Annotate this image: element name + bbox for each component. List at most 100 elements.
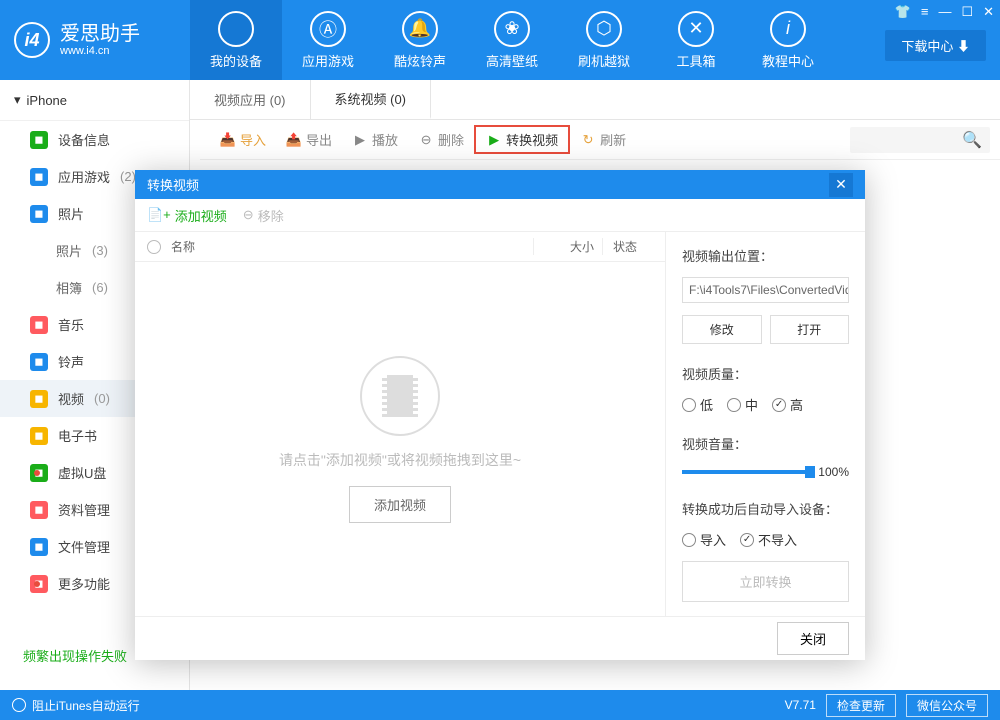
volume-slider[interactable]: [682, 470, 810, 474]
sidebar-item-label: 音乐: [58, 315, 84, 334]
quality-high-radio[interactable]: 高: [772, 395, 803, 414]
content-tabs: 视频应用 (0) 系统视频 (0): [190, 80, 1000, 120]
sidebar-item-label: 设备信息: [58, 130, 110, 149]
itunes-block-toggle[interactable]: [12, 698, 26, 712]
play-button[interactable]: ▶播放: [342, 126, 408, 153]
col-name: 名称: [171, 238, 533, 255]
dialog-close-footer-button[interactable]: 关闭: [777, 622, 849, 655]
sidebar-item-label: 照片: [56, 241, 82, 260]
convert-video-button[interactable]: ▶转换视频: [474, 125, 570, 154]
volume-value: 100%: [818, 465, 849, 479]
dialog-close-button[interactable]: ✕: [829, 173, 853, 197]
search-input[interactable]: 🔍: [850, 127, 990, 153]
app-url: www.i4.cn: [60, 45, 140, 57]
sidebar-item-label: 资料管理: [58, 500, 110, 519]
sidebar-item-icon: ◼: [30, 501, 48, 519]
add-video-center-button[interactable]: 添加视频: [349, 486, 451, 523]
autoimport-label: 转换成功后自动导入设备：: [682, 499, 849, 518]
sidebar-item-count: (2): [120, 169, 136, 184]
nav-ringtones[interactable]: 🔔酷炫铃声: [374, 0, 466, 80]
quality-mid-radio[interactable]: 中: [727, 395, 758, 414]
sidebar-item-icon: ◼: [30, 131, 48, 149]
sidebar-item-label: 铃声: [58, 352, 84, 371]
play-icon: ▶: [352, 132, 368, 148]
sidebar-item-label: 相簿: [56, 278, 82, 297]
nav-apps[interactable]: Ⓐ应用游戏: [282, 0, 374, 80]
status-bar: 阻止iTunes自动运行 V7.71 检查更新 微信公众号: [0, 690, 1000, 720]
check-update-button[interactable]: 检查更新: [826, 694, 896, 717]
maximize-icon[interactable]: ☐: [961, 4, 973, 20]
menu-icon[interactable]: ≡: [921, 4, 929, 20]
sidebar-item-icon: ◼: [30, 316, 48, 334]
autoimport-yes-radio[interactable]: 导入: [682, 530, 726, 549]
sidebar-item-icon: ◼: [30, 427, 48, 445]
nav-tutorials[interactable]: i教程中心: [742, 0, 834, 80]
drop-hint: 请点击"添加视频"或将视频拖拽到这里~: [279, 450, 521, 470]
dialog-titlebar: 转换视频 ✕: [135, 170, 865, 199]
sidebar-item-icon: ◼: [30, 390, 48, 408]
drop-zone[interactable]: 请点击"添加视频"或将视频拖拽到这里~ 添加视频: [135, 262, 665, 616]
logo-area: i4 爱思助手 www.i4.cn: [0, 22, 190, 58]
output-label: 视频输出位置：: [682, 246, 849, 265]
sidebar-item-label: 文件管理: [58, 537, 110, 556]
import-button[interactable]: 📥导入: [210, 126, 276, 153]
shirt-icon[interactable]: 👕: [895, 4, 911, 20]
download-center-button[interactable]: 下载中心 ⬇: [885, 30, 986, 61]
sidebar-item-label: 虚拟U盘: [58, 463, 106, 482]
autoimport-no-radio[interactable]: 不导入: [740, 530, 797, 549]
sidebar-item-count: (0): [94, 391, 110, 406]
add-video-button[interactable]: 📄+添加视频: [147, 206, 227, 225]
dialog-toolbar: 📄+添加视频 ⊖移除: [135, 199, 865, 232]
volume-label: 视频音量：: [682, 434, 849, 453]
modify-path-button[interactable]: 修改: [682, 315, 762, 344]
sidebar-item-label: 视频: [58, 389, 84, 408]
convert-video-dialog: 转换视频 ✕ 📄+添加视频 ⊖移除 名称 大小 状态 请点击"添加视频"或将视频…: [135, 170, 865, 660]
start-convert-button[interactable]: 立即转换: [682, 561, 849, 602]
nav-my-device[interactable]: 我的设备: [190, 0, 282, 80]
sidebar-item-count: (6): [92, 280, 108, 295]
tab-video-apps[interactable]: 视频应用 (0): [190, 80, 311, 119]
nav-toolbox[interactable]: ✕工具箱: [650, 0, 742, 80]
export-icon: 📤: [286, 132, 302, 148]
col-status: 状态: [603, 238, 653, 255]
sidebar-item-icon: ◼: [30, 168, 48, 186]
film-icon: [360, 356, 440, 436]
sidebar-item[interactable]: ◼ 设备信息: [0, 121, 189, 158]
sidebar-item-icon: ◼: [30, 205, 48, 223]
app-name: 爱思助手: [60, 23, 140, 45]
quality-low-radio[interactable]: 低: [682, 395, 713, 414]
nav-wallpapers[interactable]: ❀高清壁纸: [466, 0, 558, 80]
app-header: i4 爱思助手 www.i4.cn 我的设备 Ⓐ应用游戏 🔔酷炫铃声 ❀高清壁纸…: [0, 0, 1000, 80]
refresh-icon: ↻: [580, 132, 596, 148]
nav-jailbreak[interactable]: ⬡刷机越狱: [558, 0, 650, 80]
notification-dot: [34, 581, 40, 587]
status-left: 阻止iTunes自动运行: [32, 697, 140, 714]
import-icon: 📥: [220, 132, 236, 148]
wechat-button[interactable]: 微信公众号: [906, 694, 988, 717]
close-window-icon[interactable]: ✕: [983, 4, 994, 20]
add-icon: 📄+: [147, 207, 171, 223]
device-header[interactable]: ▾ iPhone: [0, 80, 189, 121]
main-nav: 我的设备 Ⓐ应用游戏 🔔酷炫铃声 ❀高清壁纸 ⬡刷机越狱 ✕工具箱 i教程中心: [190, 0, 834, 80]
search-icon: 🔍: [962, 130, 982, 150]
dialog-title: 转换视频: [147, 175, 199, 194]
window-controls: 👕 ≡ — ☐ ✕: [895, 4, 994, 20]
select-all-checkbox[interactable]: [147, 240, 161, 254]
sidebar-item-label: 电子书: [58, 426, 97, 445]
list-header: 名称 大小 状态: [135, 232, 665, 262]
minimize-icon[interactable]: —: [938, 4, 951, 20]
sidebar-item-label: 应用游戏: [58, 167, 110, 186]
output-path-field[interactable]: F:\i4Tools7\Files\ConvertedVid: [682, 277, 849, 303]
open-path-button[interactable]: 打开: [770, 315, 850, 344]
tab-system-videos[interactable]: 系统视频 (0): [311, 80, 432, 119]
export-button[interactable]: 📤导出: [276, 126, 342, 153]
remove-video-button[interactable]: ⊖移除: [243, 206, 284, 225]
sidebar-item-icon: ◼: [30, 538, 48, 556]
delete-button[interactable]: ⊖删除: [408, 126, 474, 153]
col-size: 大小: [533, 238, 603, 255]
refresh-button[interactable]: ↻刷新: [570, 126, 636, 153]
version-label: V7.71: [785, 698, 816, 712]
sidebar-item-count: (3): [92, 243, 108, 258]
convert-icon: ▶: [486, 132, 502, 148]
delete-icon: ⊖: [418, 132, 434, 148]
